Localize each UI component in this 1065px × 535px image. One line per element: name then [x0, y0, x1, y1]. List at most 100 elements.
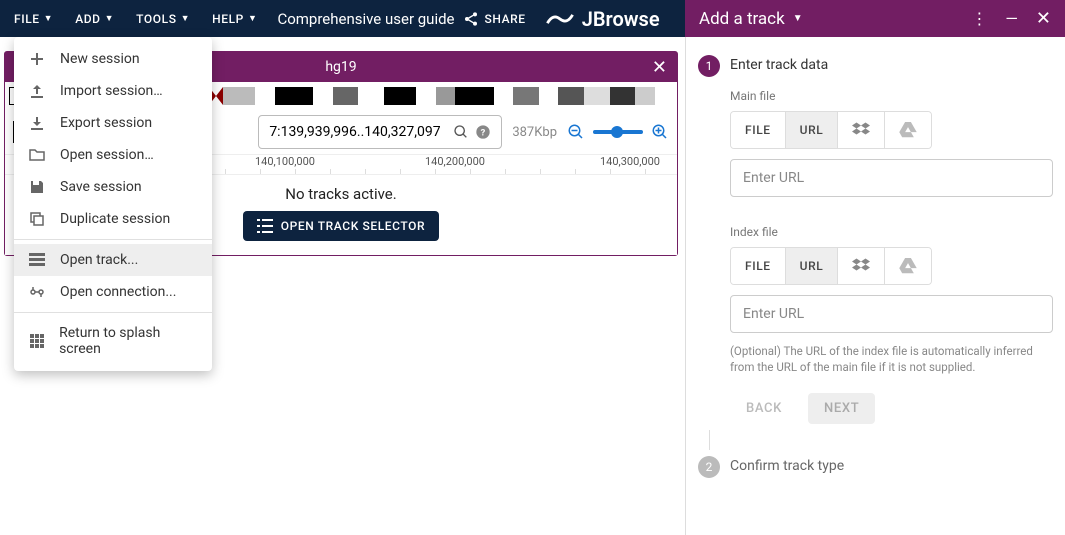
drawer-controls: ⋮ — ✕ [971, 8, 1051, 29]
menu-tools[interactable]: TOOLS ▼ [136, 12, 190, 26]
main-file-tab-gdrive[interactable] [884, 112, 931, 148]
menu-save-session[interactable]: Save session [14, 171, 212, 203]
menu-add[interactable]: ADD▼ [75, 12, 114, 26]
close-icon[interactable]: ✕ [1036, 8, 1051, 29]
drawer-header: Add a track ▼ ⋮ — ✕ [685, 0, 1065, 37]
index-file-url-input[interactable] [730, 295, 1053, 333]
menu-item-label: Open connection... [60, 284, 176, 300]
open-track-selector-button[interactable]: OPEN TRACK SELECTOR [243, 211, 439, 241]
menu-add-label: ADD [75, 12, 100, 26]
top-menubar: FILE▼ ADD▼ TOOLS▼ HELP▼ Comprehensive us… [0, 0, 1065, 37]
chevron-down-icon[interactable]: ▼ [793, 13, 803, 24]
step-connector [709, 430, 710, 450]
plus-icon [28, 51, 46, 67]
menu-tools-label: TOOLS [136, 12, 176, 26]
next-button[interactable]: NEXT [808, 393, 875, 424]
upload-icon [28, 83, 46, 99]
tracks-icon [28, 253, 46, 267]
menu-group: FILE ▼ ADD▼ TOOLS ▼ HELP ▼ [0, 12, 257, 26]
download-icon [28, 115, 46, 131]
step-nav-buttons: BACK NEXT [730, 393, 1053, 424]
open-track-selector-label: OPEN TRACK SELECTOR [281, 219, 425, 233]
index-file-tab-gdrive[interactable] [884, 248, 931, 284]
menu-duplicate-session[interactable]: Duplicate session [14, 203, 212, 235]
share-label: SHARE [485, 12, 526, 26]
apps-icon [28, 333, 45, 349]
chevron-down-icon: ▼ [248, 13, 258, 24]
list-icon [257, 219, 273, 233]
menu-open-connection[interactable]: Open connection... [14, 276, 212, 308]
google-drive-icon [899, 258, 917, 274]
menu-item-label: Return to splash screen [59, 325, 198, 357]
index-file-tab-url[interactable]: URL [785, 248, 838, 284]
step-1: 1 Enter track data Main file FILE URL In… [698, 55, 1053, 424]
index-file-label: Index file [730, 225, 1053, 239]
svg-text:?: ? [481, 127, 486, 138]
guide-title: Comprehensive user guide [277, 10, 454, 28]
zoom-slider[interactable] [593, 130, 643, 134]
main-file-tab-dropbox[interactable] [837, 112, 884, 148]
step-2: 2 Confirm track type [698, 456, 1053, 478]
menu-item-label: Open track... [60, 252, 138, 268]
menu-file-label: FILE [14, 12, 40, 26]
step-number-1: 1 [698, 55, 720, 77]
zoom-in-icon[interactable] [651, 123, 669, 141]
step-2-title: Confirm track type [730, 458, 1053, 474]
dropbox-icon [852, 122, 870, 138]
close-icon[interactable]: ✕ [652, 57, 667, 78]
chevron-down-icon: ▼ [181, 13, 191, 24]
drawer-title-area: Add a track ▼ [699, 9, 803, 29]
zoom-level: 387Kbp [512, 125, 557, 140]
brand: JBrowse [546, 7, 660, 31]
index-file-tab-dropbox[interactable] [837, 248, 884, 284]
save-icon [28, 179, 46, 195]
brand-text: JBrowse [582, 7, 660, 31]
ruler-tick: 140,300,000 [600, 155, 660, 168]
main-file-tab-file[interactable]: FILE [731, 112, 785, 148]
menu-export-session[interactable]: Export session [14, 107, 212, 139]
menu-file[interactable]: FILE ▼ [14, 12, 53, 26]
menu-open-track[interactable]: Open track... [14, 244, 212, 276]
minimize-icon[interactable]: — [1005, 9, 1018, 28]
menu-return-splash[interactable]: Return to splash screen [14, 317, 212, 365]
assembly-name: hg19 [325, 59, 356, 75]
menu-item-label: Duplicate session [60, 211, 170, 227]
jbrowse-logo-icon [546, 9, 574, 29]
location-search[interactable]: ? [258, 115, 502, 149]
menu-item-label: Save session [60, 179, 142, 195]
menu-help[interactable]: HELP ▼ [212, 12, 257, 26]
search-icon[interactable] [453, 124, 469, 140]
main-file-url-input[interactable] [730, 159, 1053, 197]
zoom-controls [567, 123, 669, 141]
share-button[interactable]: SHARE [463, 11, 526, 27]
index-file-tab-file[interactable]: FILE [731, 248, 785, 284]
menu-item-label: Export session [60, 115, 152, 131]
share-icon [463, 11, 479, 27]
ruler-tick: 140,100,000 [255, 155, 315, 168]
menu-open-session[interactable]: Open session… [14, 139, 212, 171]
menu-import-session[interactable]: Import session… [14, 75, 212, 107]
no-tracks-message: No tracks active. [285, 185, 396, 203]
step-number-2: 2 [698, 456, 720, 478]
menu-help-label: HELP [212, 12, 244, 26]
index-file-helper: (Optional) The URL of the index file is … [730, 343, 1053, 375]
drawer-title: Add a track [699, 9, 785, 29]
main-file-source-tabs: FILE URL [730, 111, 932, 149]
menu-item-label: New session [60, 51, 140, 67]
connection-icon [28, 284, 46, 300]
menu-divider [14, 312, 212, 313]
help-icon[interactable]: ? [475, 124, 491, 140]
menu-item-label: Import session… [60, 83, 163, 99]
step-1-title: Enter track data [730, 57, 1053, 73]
main-file-tab-url[interactable]: URL [785, 112, 838, 148]
menu-divider [14, 239, 212, 240]
folder-icon [28, 148, 46, 162]
zoom-out-icon[interactable] [567, 123, 585, 141]
back-button[interactable]: BACK [730, 393, 798, 424]
location-input[interactable] [269, 124, 447, 140]
add-track-drawer: 1 Enter track data Main file FILE URL In… [685, 37, 1065, 535]
chevron-down-icon: ▼ [44, 13, 54, 24]
menu-new-session[interactable]: New session [14, 43, 212, 75]
copy-icon [28, 211, 46, 227]
more-icon[interactable]: ⋮ [971, 9, 987, 28]
